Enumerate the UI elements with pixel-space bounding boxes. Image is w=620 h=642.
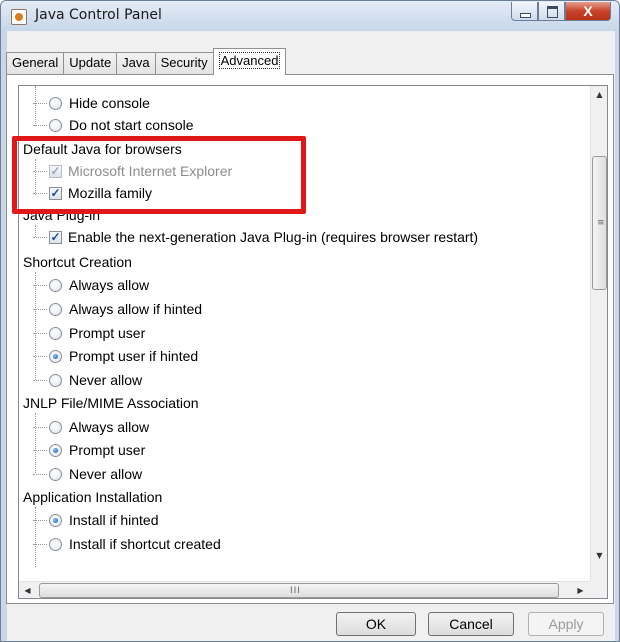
scrollbar-corner [590,581,607,598]
tab-advanced-label: Advanced [218,52,281,69]
scroll-grip-icon: III [290,586,301,596]
radio-hide-console[interactable] [49,96,62,110]
horizontal-scroll-thumb[interactable]: III [39,583,559,598]
vertical-scrollbar[interactable]: ▲ ≡ ▼ [590,86,607,582]
group-shortcut-creation: Shortcut Creation [23,254,132,270]
group-java-plugin: Java Plug-in [23,207,101,223]
tab-advanced[interactable]: Advanced [212,48,287,75]
scroll-down-arrow-icon[interactable]: ▼ [591,547,607,564]
group-default-java: Default Java for browsers [23,141,182,157]
tree-item[interactable]: Hide console [33,92,150,114]
scroll-grip-icon: ≡ [597,218,605,228]
close-icon: X [583,3,593,19]
check-next-gen-plugin[interactable]: ✓ [49,230,62,244]
title-bar[interactable]: Java Control Panel X [1,1,619,31]
ok-button[interactable]: OK [336,612,416,636]
radio-shortcut-never-allow[interactable] [49,373,62,387]
tree-item[interactable]: Always allow [33,274,149,296]
group-jnlp-association: JNLP File/MIME Association [23,395,199,411]
tree-item[interactable]: Install if shortcut created [33,533,221,555]
tab-java[interactable]: Java [116,52,156,74]
apply-button[interactable]: Apply [528,612,604,636]
tree-item[interactable]: Prompt user if hinted [33,345,198,367]
window-title: Java Control Panel [35,7,162,23]
tree-item[interactable]: Do not start console [33,114,194,136]
tree-item[interactable]: Always allow [33,416,149,438]
group-application-installation: Application Installation [23,489,163,505]
tab-security[interactable]: Security [154,52,214,74]
settings-tree-box: Hide console Do not start console Defaul… [18,85,608,599]
check-mozilla-family[interactable]: ✓ [49,186,62,200]
tree-item[interactable]: Never allow [33,369,142,391]
radio-install-if-shortcut[interactable] [49,537,62,551]
radio-shortcut-always-allow[interactable] [49,278,62,292]
close-button[interactable]: X [565,2,611,21]
settings-tree: Hide console Do not start console Defaul… [19,86,591,582]
tree-item[interactable]: Always allow if hinted [33,298,202,320]
maximize-button[interactable] [538,2,565,21]
tree-item[interactable]: Install if hinted [33,509,159,531]
radio-shortcut-prompt-user-hinted[interactable] [49,349,62,363]
cancel-button[interactable]: Cancel [428,612,514,636]
radio-shortcut-always-allow-hinted[interactable] [49,302,62,316]
vertical-scroll-thumb[interactable]: ≡ [592,156,607,290]
tree-item[interactable]: Prompt user [33,322,145,344]
horizontal-scrollbar[interactable]: ◀ III ▶ [19,581,591,598]
radio-jnlp-prompt-user[interactable] [49,443,62,457]
tree-item: ✓ Microsoft Internet Explorer [33,160,232,182]
scroll-up-arrow-icon[interactable]: ▲ [591,86,607,103]
scroll-left-arrow-icon[interactable]: ◀ [19,582,36,598]
check-internet-explorer: ✓ [49,163,62,178]
tab-strip: General Update Java Security Advanced [6,48,287,75]
scroll-right-arrow-icon[interactable]: ▶ [572,582,589,598]
radio-do-not-start-console[interactable] [49,118,62,132]
tab-update[interactable]: Update [63,52,118,74]
radio-shortcut-prompt-user[interactable] [49,326,62,340]
tree-item[interactable]: ✓ Enable the next-generation Java Plug-in… [33,226,478,248]
tree-item[interactable]: Never allow [33,463,142,485]
java-app-icon [11,9,27,25]
tree-item[interactable]: ✓ Mozilla family [33,182,152,204]
tab-general[interactable]: General [6,52,65,74]
minimize-button[interactable] [511,2,538,21]
radio-install-if-hinted[interactable] [49,513,62,527]
radio-jnlp-always-allow[interactable] [49,420,62,434]
radio-jnlp-never-allow[interactable] [49,467,62,481]
tree-item[interactable]: Prompt user [33,439,145,461]
